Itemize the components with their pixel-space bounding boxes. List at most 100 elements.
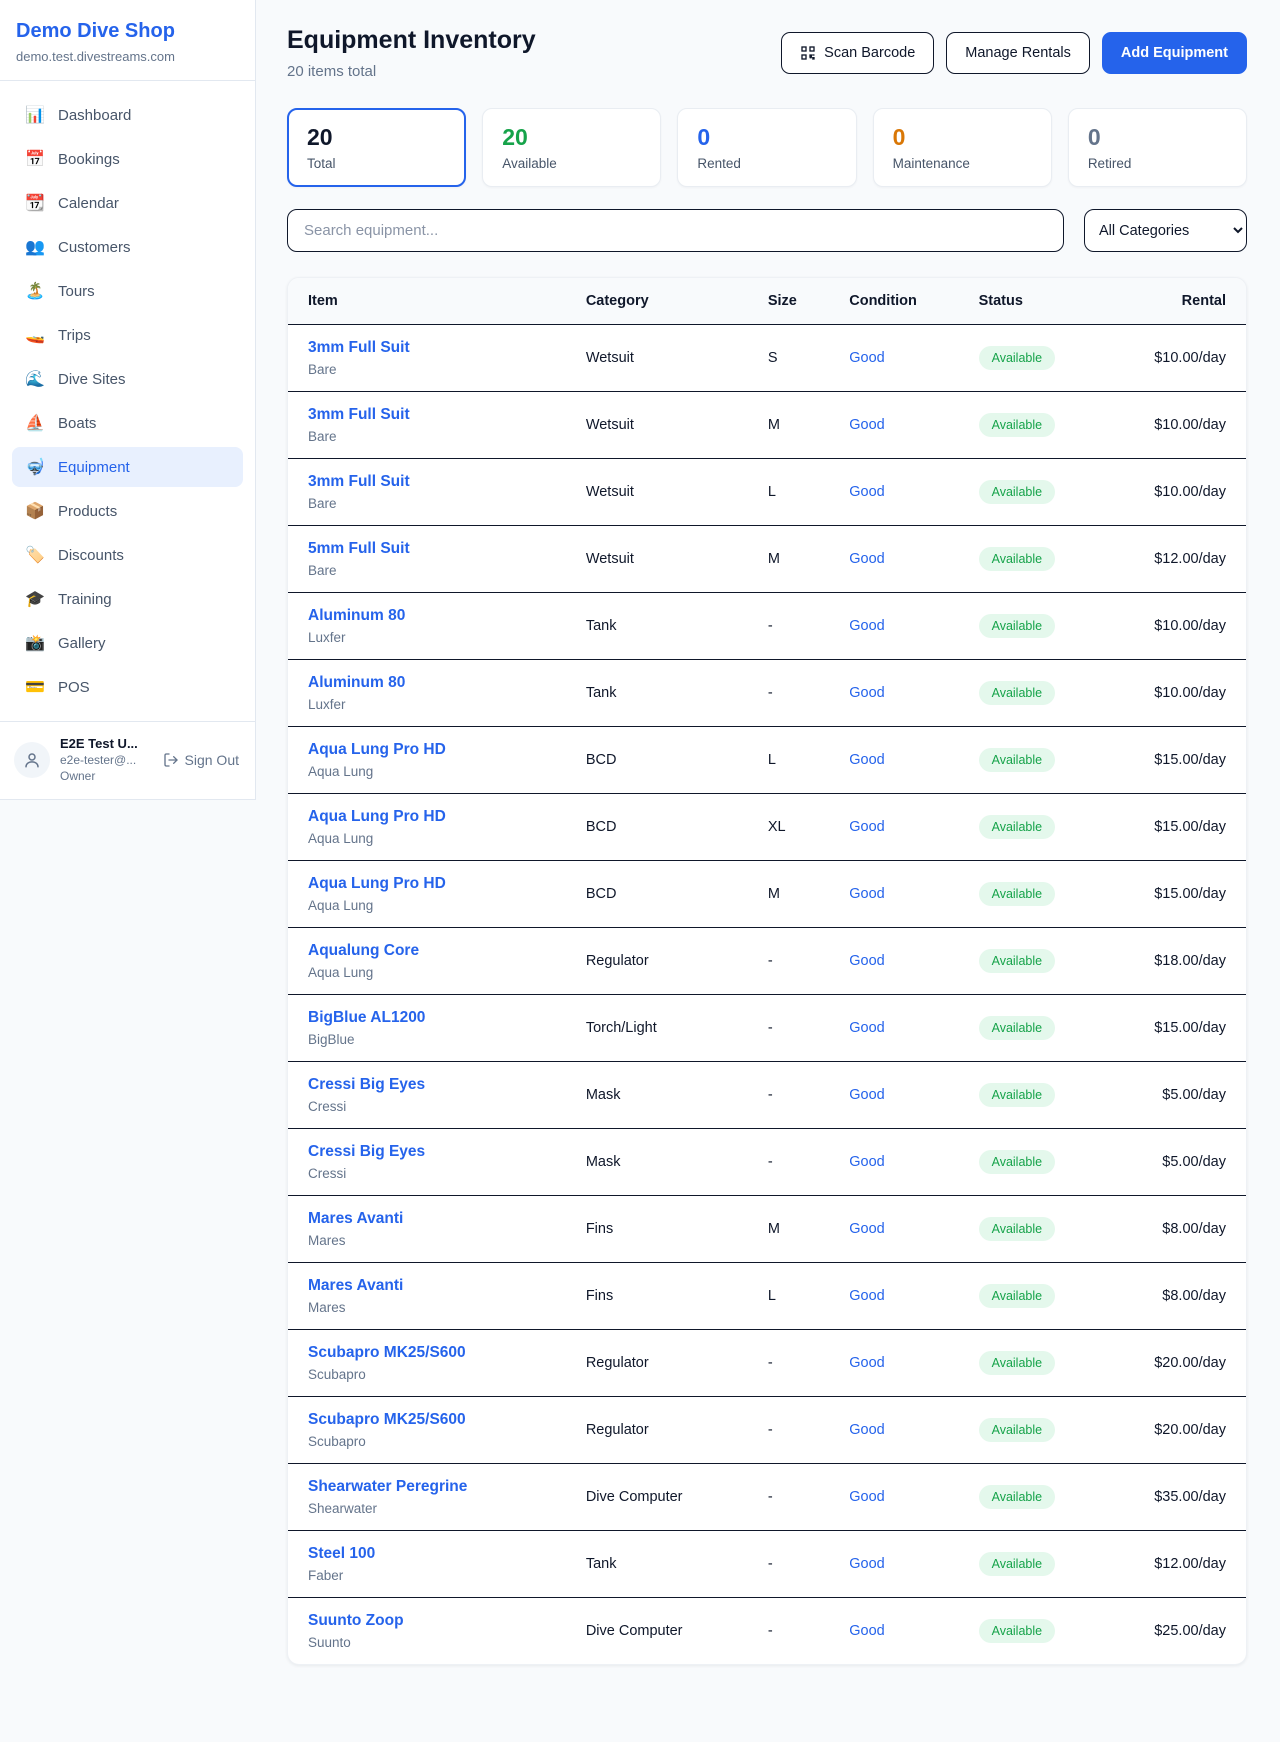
item-name-link[interactable]: Cressi Big Eyes <box>308 1076 546 1094</box>
stat-card-maintenance[interactable]: 0Maintenance <box>873 108 1052 187</box>
search-input[interactable] <box>287 209 1064 252</box>
table-row[interactable]: Mares AvantiMaresFinsMGoodAvailable$8.00… <box>288 1196 1246 1263</box>
table-row[interactable]: 3mm Full SuitBareWetsuitMGoodAvailable$1… <box>288 392 1246 459</box>
condition-link[interactable]: Good <box>849 1355 884 1371</box>
item-name-link[interactable]: 3mm Full Suit <box>308 406 546 424</box>
condition-link[interactable]: Good <box>849 819 884 835</box>
cell-category: Fins <box>566 1196 748 1263</box>
item-name-link[interactable]: Aluminum 80 <box>308 607 546 625</box>
category-select[interactable]: All Categories <box>1084 209 1247 252</box>
condition-link[interactable]: Good <box>849 1623 884 1639</box>
stat-card-retired[interactable]: 0Retired <box>1068 108 1247 187</box>
table-row[interactable]: Scubapro MK25/S600ScubaproRegulator-Good… <box>288 1330 1246 1397</box>
calendar-icon: 📆 <box>24 193 46 213</box>
item-name-link[interactable]: Shearwater Peregrine <box>308 1478 546 1496</box>
sidebar-item-bookings[interactable]: 📅Bookings <box>12 139 243 179</box>
sidebar-item-dive-sites[interactable]: 🌊Dive Sites <box>12 359 243 399</box>
sidebar-item-products[interactable]: 📦Products <box>12 491 243 531</box>
sidebar-item-equipment[interactable]: 🤿Equipment <box>12 447 243 487</box>
condition-link[interactable]: Good <box>849 886 884 902</box>
sidebar-item-tours[interactable]: 🏝️Tours <box>12 271 243 311</box>
condition-link[interactable]: Good <box>849 417 884 433</box>
sidebar-item-boats[interactable]: ⛵Boats <box>12 403 243 443</box>
item-name-link[interactable]: Scubapro MK25/S600 <box>308 1411 546 1429</box>
cell-status: Available <box>959 1062 1122 1129</box>
item-name-link[interactable]: 5mm Full Suit <box>308 540 546 558</box>
sign-out-button[interactable]: Sign Out <box>161 748 241 772</box>
table-row[interactable]: BigBlue AL1200BigBlueTorch/Light-GoodAva… <box>288 995 1246 1062</box>
condition-link[interactable]: Good <box>849 1087 884 1103</box>
cell-condition: Good <box>829 1397 958 1464</box>
table-row[interactable]: Aluminum 80LuxferTank-GoodAvailable$10.0… <box>288 660 1246 727</box>
item-name-link[interactable]: Steel 100 <box>308 1545 546 1563</box>
sidebar-item-training[interactable]: 🎓Training <box>12 579 243 619</box>
item-name-link[interactable]: Aqua Lung Pro HD <box>308 741 546 759</box>
sign-out-label: Sign Out <box>185 752 239 768</box>
condition-link[interactable]: Good <box>849 1556 884 1572</box>
condition-link[interactable]: Good <box>849 1489 884 1505</box>
condition-link[interactable]: Good <box>849 685 884 701</box>
condition-link[interactable]: Good <box>849 350 884 366</box>
table-row[interactable]: Aqua Lung Pro HDAqua LungBCDLGoodAvailab… <box>288 727 1246 794</box>
sidebar-item-trips[interactable]: 🚤Trips <box>12 315 243 355</box>
add-equipment-button[interactable]: Add Equipment <box>1102 32 1247 74</box>
item-name-link[interactable]: Aqua Lung Pro HD <box>308 875 546 893</box>
condition-link[interactable]: Good <box>849 752 884 768</box>
condition-link[interactable]: Good <box>849 1288 884 1304</box>
shop-name: Demo Dive Shop <box>16 20 239 43</box>
condition-link[interactable]: Good <box>849 1020 884 1036</box>
item-name-link[interactable]: 3mm Full Suit <box>308 339 546 357</box>
cell-item: Aluminum 80 Luxfer <box>288 660 566 727</box>
condition-link[interactable]: Good <box>849 1154 884 1170</box>
sidebar-item-pos[interactable]: 💳POS <box>12 667 243 707</box>
stat-card-available[interactable]: 20Available <box>482 108 661 187</box>
stat-card-total[interactable]: 20Total <box>287 108 466 187</box>
sidebar-item-gallery[interactable]: 📸Gallery <box>12 623 243 663</box>
table-row[interactable]: Cressi Big EyesCressiMask-GoodAvailable$… <box>288 1062 1246 1129</box>
item-name-link[interactable]: Suunto Zoop <box>308 1612 546 1630</box>
item-name-link[interactable]: Scubapro MK25/S600 <box>308 1344 546 1362</box>
cell-rental: $18.00/day <box>1121 928 1246 995</box>
condition-link[interactable]: Good <box>849 551 884 567</box>
items-total-count: 20 items total <box>287 63 536 80</box>
table-row[interactable]: 5mm Full SuitBareWetsuitMGoodAvailable$1… <box>288 526 1246 593</box>
item-name-link[interactable]: Mares Avanti <box>308 1277 546 1295</box>
item-name-link[interactable]: Aluminum 80 <box>308 674 546 692</box>
scan-barcode-button[interactable]: Scan Barcode <box>781 32 934 74</box>
discounts-icon: 🏷️ <box>24 545 46 565</box>
item-name-link[interactable]: Cressi Big Eyes <box>308 1143 546 1161</box>
table-row[interactable]: Aqualung CoreAqua LungRegulator-GoodAvai… <box>288 928 1246 995</box>
table-row[interactable]: Aqua Lung Pro HDAqua LungBCDXLGoodAvaila… <box>288 794 1246 861</box>
item-name-link[interactable]: Aqualung Core <box>308 942 546 960</box>
table-row[interactable]: Aqua Lung Pro HDAqua LungBCDMGoodAvailab… <box>288 861 1246 928</box>
table-row[interactable]: Mares AvantiMaresFinsLGoodAvailable$8.00… <box>288 1263 1246 1330</box>
condition-link[interactable]: Good <box>849 953 884 969</box>
table-row[interactable]: Suunto ZoopSuuntoDive Computer-GoodAvail… <box>288 1598 1246 1665</box>
sidebar-item-dashboard[interactable]: 📊Dashboard <box>12 95 243 135</box>
cell-condition: Good <box>829 1464 958 1531</box>
table-row[interactable]: Steel 100FaberTank-GoodAvailable$12.00/d… <box>288 1531 1246 1598</box>
sidebar-item-calendar[interactable]: 📆Calendar <box>12 183 243 223</box>
column-header-rental: Rental <box>1121 278 1246 325</box>
table-row[interactable]: Aluminum 80LuxferTank-GoodAvailable$10.0… <box>288 593 1246 660</box>
condition-link[interactable]: Good <box>849 1422 884 1438</box>
item-name-link[interactable]: 3mm Full Suit <box>308 473 546 491</box>
item-name-link[interactable]: BigBlue AL1200 <box>308 1009 546 1027</box>
cell-category: Fins <box>566 1263 748 1330</box>
stat-value: 0 <box>697 124 836 151</box>
table-row[interactable]: Shearwater PeregrineShearwaterDive Compu… <box>288 1464 1246 1531</box>
sidebar-item-discounts[interactable]: 🏷️Discounts <box>12 535 243 575</box>
sidebar-item-customers[interactable]: 👥Customers <box>12 227 243 267</box>
table-row[interactable]: Scubapro MK25/S600ScubaproRegulator-Good… <box>288 1397 1246 1464</box>
condition-link[interactable]: Good <box>849 1221 884 1237</box>
stat-card-rented[interactable]: 0Rented <box>677 108 856 187</box>
table-row[interactable]: 3mm Full SuitBareWetsuitLGoodAvailable$1… <box>288 459 1246 526</box>
item-name-link[interactable]: Mares Avanti <box>308 1210 546 1228</box>
condition-link[interactable]: Good <box>849 484 884 500</box>
item-brand: Luxfer <box>308 697 546 712</box>
table-row[interactable]: 3mm Full SuitBareWetsuitSGoodAvailable$1… <box>288 325 1246 392</box>
condition-link[interactable]: Good <box>849 618 884 634</box>
item-name-link[interactable]: Aqua Lung Pro HD <box>308 808 546 826</box>
manage-rentals-button[interactable]: Manage Rentals <box>946 32 1090 74</box>
table-row[interactable]: Cressi Big EyesCressiMask-GoodAvailable$… <box>288 1129 1246 1196</box>
